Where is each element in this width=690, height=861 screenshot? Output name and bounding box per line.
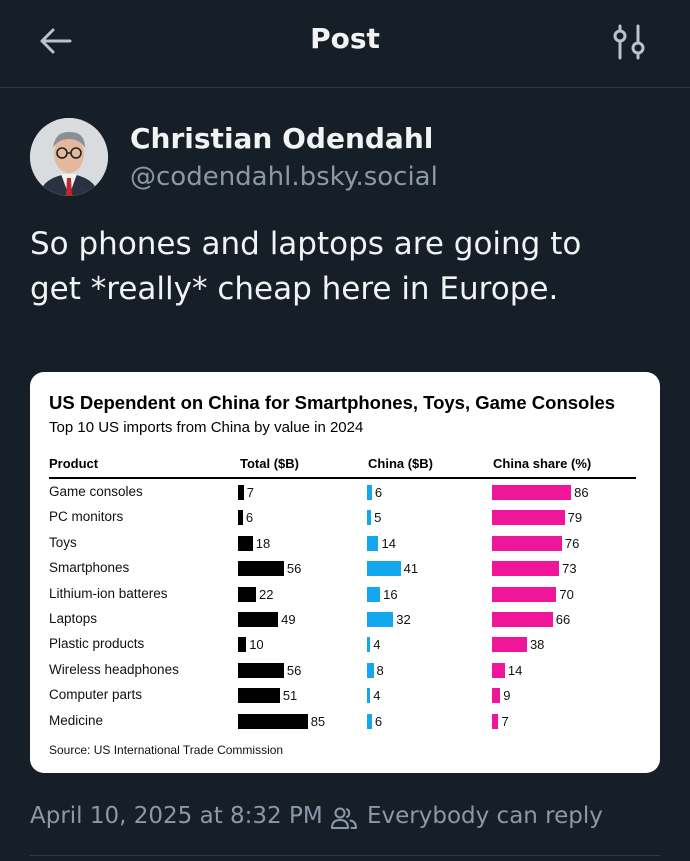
china-bar — [367, 637, 371, 653]
share-value-label: 38 — [529, 637, 545, 653]
column-header-product: Product — [49, 456, 99, 471]
total-value-label: 10 — [249, 637, 264, 653]
total-bar — [238, 688, 280, 704]
author-name[interactable]: Christian Odendahl — [130, 122, 433, 155]
total-value-label: 6 — [245, 510, 254, 526]
total-value-label: 18 — [255, 535, 271, 551]
total-bar — [238, 485, 244, 500]
row-label: Computer parts — [49, 687, 143, 703]
total-value-label: 51 — [282, 688, 298, 704]
row-label: Smartphones — [49, 560, 130, 576]
column-header-share: China share (%) — [493, 456, 592, 471]
reply-setting[interactable]: Everybody can reply — [367, 803, 603, 829]
share-value-label: 86 — [574, 485, 589, 500]
row-label: Toys — [49, 534, 77, 550]
total-value-label: 56 — [286, 561, 302, 577]
china-value-label: 8 — [376, 662, 384, 678]
china-value-label: 6 — [374, 713, 383, 729]
thread-options-button[interactable] — [610, 22, 650, 62]
total-value-label: 22 — [259, 586, 274, 602]
total-bar — [238, 713, 308, 729]
share-bar — [492, 688, 501, 704]
share-bar — [492, 662, 505, 678]
avatar-image — [30, 118, 108, 196]
share-value-label: 79 — [567, 510, 583, 526]
row-label: Wireless headphones — [49, 661, 179, 677]
total-value-label: 56 — [286, 662, 302, 678]
share-bar — [492, 485, 572, 500]
china-bar — [367, 485, 372, 500]
header-rule — [49, 477, 636, 479]
total-bar — [238, 535, 253, 551]
share-value-label: 14 — [507, 662, 523, 678]
share-value-label: 76 — [564, 535, 580, 551]
share-bar — [492, 586, 557, 602]
chart-source: Source: US International Trade Commissio… — [49, 743, 284, 757]
share-bar — [492, 535, 562, 551]
share-value-label: 7 — [501, 713, 509, 729]
post-text-line: So phones and laptops are going to — [30, 226, 582, 262]
china-value-label: 16 — [383, 586, 398, 602]
row-label: PC monitors — [49, 509, 124, 525]
total-bar — [238, 662, 284, 678]
chart-image[interactable]: US Dependent on China for Smartphones, T… — [30, 372, 660, 773]
china-bar — [367, 662, 374, 678]
row-label: Lithium-ion batteres — [49, 585, 168, 601]
total-bar — [238, 561, 284, 577]
china-value-label: 5 — [374, 510, 382, 526]
row-label: Laptops — [49, 611, 98, 626]
china-value-label: 4 — [373, 688, 381, 704]
total-value-label: 49 — [281, 612, 296, 627]
china-value-label: 41 — [403, 561, 419, 577]
author-handle[interactable]: @codendahl.bsky.social — [130, 162, 438, 192]
row-label: Medicine — [49, 712, 104, 728]
divider — [30, 855, 660, 856]
column-header-china: China ($B) — [368, 456, 433, 471]
china-bar — [367, 586, 381, 602]
column-header-total: Total ($B) — [240, 456, 299, 471]
row-label: Game consoles — [49, 484, 143, 499]
total-bar — [238, 637, 247, 653]
total-value-label: 85 — [310, 713, 326, 729]
top-bar: Post — [0, 0, 690, 88]
chart-title: US Dependent on China for Smartphones, T… — [49, 392, 616, 413]
share-value-label: 70 — [559, 586, 574, 602]
total-bar — [238, 586, 257, 602]
china-value-label: 32 — [396, 612, 411, 627]
row-label: Plastic products — [49, 636, 145, 652]
total-bar — [238, 510, 243, 526]
post-timestamp: April 10, 2025 at 8:32 PM — [30, 803, 323, 829]
post-text-line: get *really* cheap here in Europe. — [30, 271, 559, 307]
avatar[interactable] — [30, 118, 108, 196]
people-icon — [330, 804, 358, 832]
share-bar — [492, 561, 560, 577]
china-bar — [367, 561, 401, 577]
share-value-label: 9 — [503, 688, 511, 704]
page-title: Post — [310, 22, 380, 55]
china-value-label: 6 — [374, 485, 383, 500]
china-bar — [367, 612, 394, 627]
share-bar — [492, 612, 553, 627]
share-bar — [492, 713, 499, 729]
china-bar — [367, 510, 372, 526]
share-bar — [492, 637, 527, 653]
chart-subtitle: Top 10 US imports from China by value in… — [49, 419, 364, 436]
china-bar — [367, 713, 372, 729]
share-value-label: 73 — [562, 561, 577, 577]
total-bar — [238, 612, 279, 627]
china-bar — [367, 688, 371, 704]
share-bar — [492, 510, 565, 526]
total-value-label: 7 — [246, 485, 254, 500]
post-text: So phones and laptops are going to get *… — [30, 222, 660, 312]
share-value-label: 66 — [555, 612, 571, 627]
china-value-label: 4 — [373, 637, 381, 653]
china-bar — [367, 535, 379, 551]
china-value-label: 14 — [381, 535, 396, 551]
sliders-icon — [613, 24, 645, 60]
